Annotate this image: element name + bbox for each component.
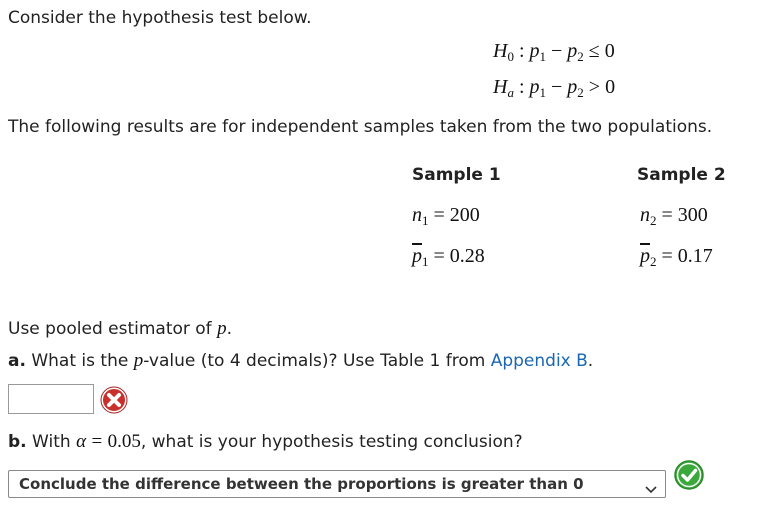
p-value-input[interactable] xyxy=(8,384,94,414)
sample-1-header: Sample 1 xyxy=(412,165,501,185)
results-text: The following results are for independen… xyxy=(8,117,713,137)
null-hypothesis: H0 : p1 − p2 ≤ 0 xyxy=(493,40,615,64)
x-circle-icon xyxy=(99,385,129,420)
appendix-b-link[interactable]: Appendix B xyxy=(491,351,588,371)
pooled-text: Use pooled estimator of p. xyxy=(8,318,232,339)
question-a: a. What is the p-value (to 4 decimals)? … xyxy=(8,350,594,371)
check-circle-icon xyxy=(673,459,705,496)
question-b: b. With α = 0.05, what is your hypothesi… xyxy=(8,431,523,452)
alternative-hypothesis: Ha : p1 − p2 > 0 xyxy=(493,76,616,100)
sample-1-n: n1 = 200 xyxy=(412,204,480,228)
conclusion-select[interactable]: Conclude the difference between the prop… xyxy=(8,470,666,498)
sample-2-n: n2 = 300 xyxy=(640,204,708,228)
conclusion-selected-value: Conclude the difference between the prop… xyxy=(19,475,584,493)
chevron-down-icon xyxy=(645,480,657,500)
intro-text: Consider the hypothesis test below. xyxy=(8,8,312,28)
sample-2-pbar: p2 = 0.17 xyxy=(640,245,713,269)
sample-2-header: Sample 2 xyxy=(637,165,726,185)
sample-1-pbar: p1 = 0.28 xyxy=(412,245,485,269)
